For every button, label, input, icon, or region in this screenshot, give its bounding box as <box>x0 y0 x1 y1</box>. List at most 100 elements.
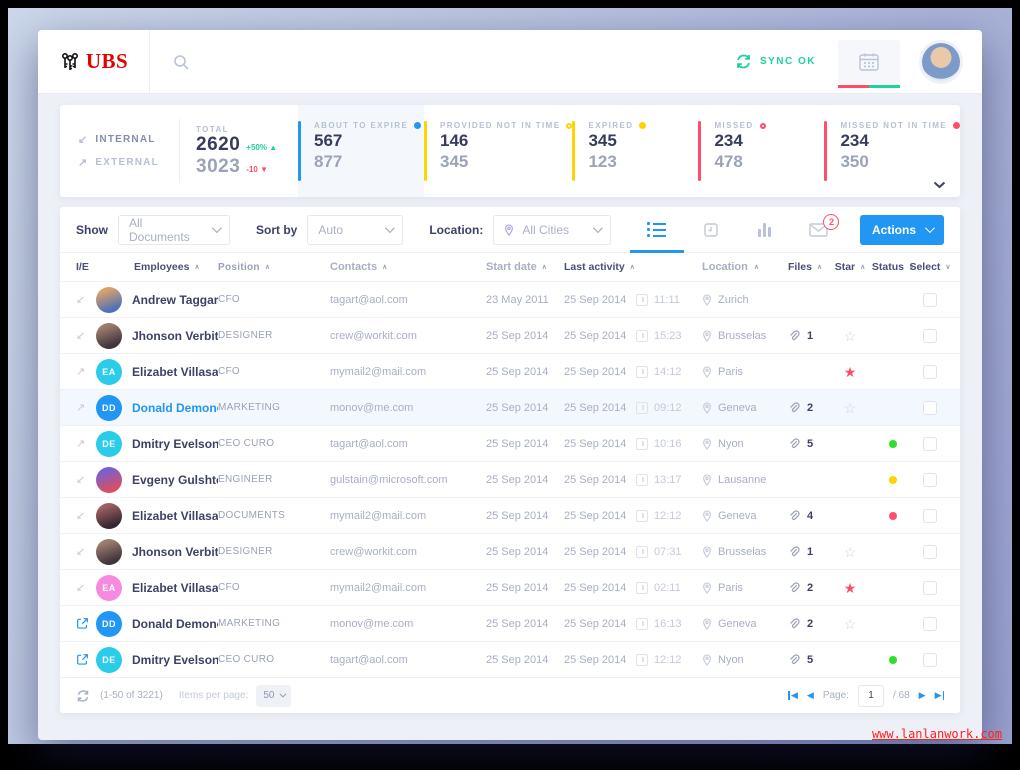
position: CFO <box>218 294 241 305</box>
last-activity-date: 25 Sep 2014 <box>564 329 627 342</box>
row-checkbox[interactable] <box>923 544 937 559</box>
sync-status[interactable]: SYNC OK <box>735 53 816 70</box>
external-link-icon[interactable] <box>76 617 89 630</box>
table-row[interactable]: ↙ ↗ Jhonson Verbitum DESIGNER crew@worki… <box>60 317 960 353</box>
employee-name[interactable]: Evgeny Gulshtein <box>132 473 218 487</box>
star-icon[interactable]: ★ <box>844 365 857 379</box>
table-row[interactable]: ↙ ↗ Elizabet Villasa DOCUMENTS mymail2@m… <box>60 497 960 533</box>
row-checkbox[interactable] <box>923 616 937 631</box>
actions-button[interactable]: Actions <box>859 214 944 245</box>
stat-card[interactable]: MISSED 234 478 <box>698 119 824 183</box>
position: CFO <box>218 366 241 377</box>
column-header[interactable]: Employees ∧ <box>96 261 218 273</box>
row-checkbox[interactable] <box>923 652 937 667</box>
items-per-page-select[interactable]: 50 <box>256 684 292 707</box>
search-button[interactable] <box>172 53 190 71</box>
table-row[interactable]: ↙ ↗ EA Elizabet Villasa CFO mymail2@mail… <box>60 353 960 389</box>
last-page-button[interactable]: ▶ <box>935 690 944 701</box>
employee-name[interactable]: Elizabet Villasa <box>132 581 218 595</box>
list-view-tab[interactable] <box>629 207 684 253</box>
location-pin-icon <box>702 473 712 486</box>
column-header[interactable]: Contacts ∧ <box>330 261 486 273</box>
status-dot <box>889 332 897 340</box>
refresh-icon[interactable] <box>76 689 90 703</box>
column-label: Last activity <box>564 261 625 273</box>
mail-view-tab[interactable]: 2 <box>792 207 846 252</box>
view-switcher: 2 <box>629 207 846 253</box>
contact-email[interactable]: mymail2@mail.com <box>330 510 486 522</box>
employee-name[interactable]: Donald Demonov <box>132 401 218 415</box>
employee-name[interactable]: Donald Demonov <box>132 617 218 631</box>
expand-stats-chevron-icon[interactable] <box>933 181 946 189</box>
column-header[interactable]: Start date ∧ <box>486 261 564 273</box>
user-avatar[interactable] <box>922 42 960 81</box>
contact-email[interactable]: crew@workit.com <box>330 330 486 342</box>
stat-card[interactable]: EXPIRED 345 123 <box>572 119 698 183</box>
row-checkbox[interactable] <box>923 472 937 487</box>
star-icon[interactable]: ☆ <box>844 545 857 559</box>
contact-email[interactable]: gulstain@microsoft.com <box>330 474 486 486</box>
contact-email[interactable]: mymail2@mail.com <box>330 582 486 594</box>
row-checkbox[interactable] <box>923 400 937 415</box>
table-row[interactable]: ↙ ↗ EA Elizabet Villasa CFO mymail2@mail… <box>60 569 960 605</box>
stat-card[interactable]: PROVIDED NOT IN TIME 146 345 <box>424 119 573 183</box>
location-name: Nyon <box>718 653 744 666</box>
table-row[interactable]: ↙ ↗ Andrew Taggart CFO tagart@aol.com 23… <box>60 281 960 317</box>
employee-name[interactable]: Elizabet Villasa <box>132 509 218 523</box>
page-input[interactable] <box>857 684 884 707</box>
star-icon[interactable]: ☆ <box>844 617 857 631</box>
items-per-page-value: 50 <box>263 690 275 701</box>
employee-name[interactable]: Dmitry Evelson <box>132 653 218 667</box>
column-header[interactable]: I/E <box>76 261 96 273</box>
contact-email[interactable]: mymail2@mail.com <box>330 366 486 378</box>
column-header[interactable]: Location ∧ <box>702 261 788 273</box>
column-header[interactable]: Select ∨ <box>909 261 950 273</box>
contact-email[interactable]: crew@workit.com <box>330 546 486 558</box>
column-header[interactable]: Position ∧ <box>218 262 330 273</box>
table-row[interactable]: ↙ ↗ DD Donald Demonov MARKETING monov@me… <box>60 389 960 425</box>
stat-card[interactable]: ABOUT TO EXPIRE 567 877 <box>298 105 424 197</box>
table-row[interactable]: ↙ ↗ DD Donald Demonov MARKETING monov@me… <box>60 605 960 641</box>
next-page-button[interactable]: ▶ <box>919 690 926 701</box>
star-icon[interactable]: ☆ <box>844 401 857 415</box>
table-body: ↙ ↗ Andrew Taggart CFO tagart@aol.com 23… <box>60 281 960 677</box>
employee-name[interactable]: Jhonson Verbitum <box>132 329 218 343</box>
row-checkbox[interactable] <box>923 292 937 307</box>
sort-dropdown[interactable]: Auto <box>307 214 404 245</box>
table-row[interactable]: ↙ ↗ DE Dmitry Evelson CEO CURO tagart@ao… <box>60 641 960 677</box>
show-dropdown[interactable]: All Documents <box>118 214 230 245</box>
chart-view-tab[interactable] <box>738 207 792 252</box>
location-dropdown[interactable]: All Cities <box>493 214 612 245</box>
star-icon[interactable]: ☆ <box>844 329 857 343</box>
external-link-icon[interactable] <box>76 653 89 666</box>
employee-name[interactable]: Andrew Taggart <box>132 293 218 307</box>
stat-value-internal: 146 <box>440 131 469 150</box>
contact-email[interactable]: monov@me.com <box>330 618 486 630</box>
row-checkbox[interactable] <box>923 364 937 379</box>
employee-name[interactable]: Jhonson Verbitum <box>132 545 218 559</box>
column-header[interactable]: Last activity ∧ <box>564 261 702 273</box>
first-page-button[interactable]: ◀ <box>788 690 798 701</box>
prev-page-button[interactable]: ◀ <box>807 690 814 701</box>
row-checkbox[interactable] <box>923 436 937 451</box>
employee-name[interactable]: Elizabet Villasa <box>132 365 218 379</box>
table-row[interactable]: ↙ ↗ Evgeny Gulshtein ENGINEER gulstain@m… <box>60 461 960 497</box>
table-row[interactable]: ↙ ↗ Jhonson Verbitum DESIGNER crew@worki… <box>60 533 960 569</box>
column-header[interactable]: Star ∧ <box>830 261 870 273</box>
stat-card[interactable]: MISSED NOT IN TIME 234 350 <box>824 119 960 183</box>
contact-email[interactable]: monov@me.com <box>330 402 486 414</box>
row-checkbox[interactable] <box>923 328 937 343</box>
table-row[interactable]: ↙ ↗ DE Dmitry Evelson CEO CURO tagart@ao… <box>60 425 960 461</box>
contact-email[interactable]: tagart@aol.com <box>330 294 486 306</box>
column-label: Position <box>218 261 260 273</box>
row-checkbox[interactable] <box>923 580 937 595</box>
contact-email[interactable]: tagart@aol.com <box>330 654 486 666</box>
calendar-view-tab[interactable] <box>684 207 738 252</box>
row-checkbox[interactable] <box>923 508 937 523</box>
column-header[interactable]: Files ∧ <box>788 261 830 273</box>
contact-email[interactable]: tagart@aol.com <box>330 438 486 450</box>
calendar-button[interactable] <box>838 39 900 88</box>
io-legend: ↙ INTERNAL ↗ EXTERNAL <box>60 119 180 183</box>
employee-name[interactable]: Dmitry Evelson <box>132 437 218 451</box>
star-icon[interactable]: ★ <box>844 581 857 595</box>
